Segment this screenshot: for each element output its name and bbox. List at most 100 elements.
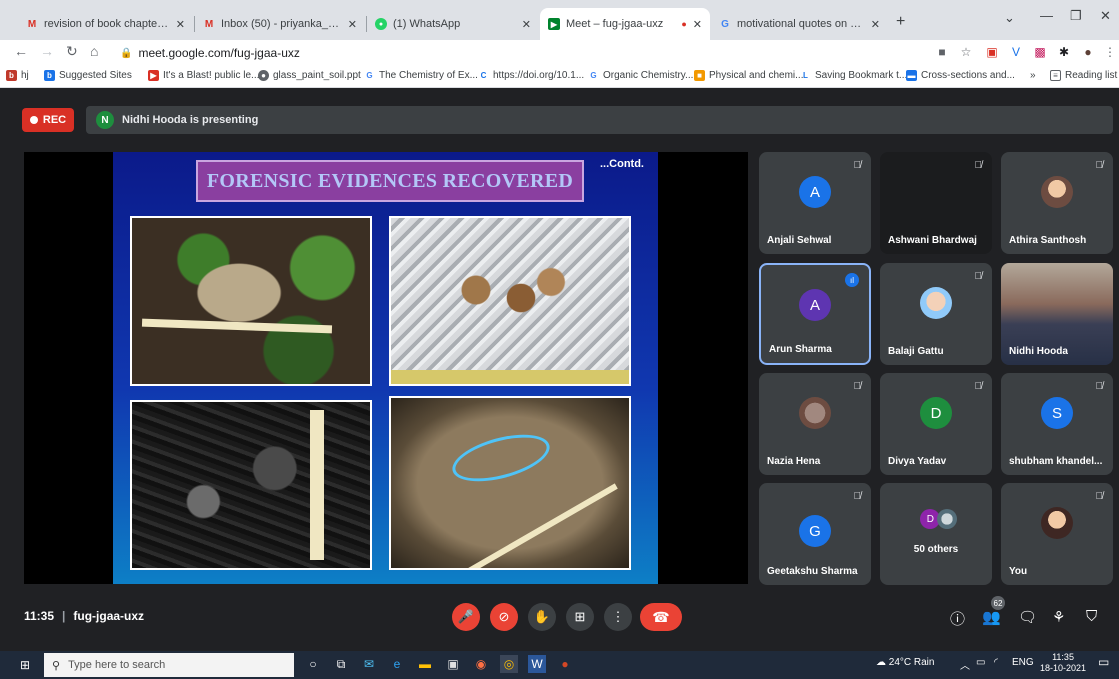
extensions-puzzle-icon[interactable]: ✱ (1056, 44, 1072, 60)
minimize-icon[interactable]: — (1040, 8, 1053, 23)
back-icon[interactable]: ← (14, 43, 28, 59)
close-icon[interactable]: ✕ (871, 18, 880, 31)
bookmark-star-icon[interactable]: ☆ (958, 44, 974, 60)
bookmark-suggested-sites[interactable]: b Suggested Sites (44, 70, 132, 81)
avatar (1041, 507, 1073, 539)
avatar: G (799, 515, 831, 547)
avatar (920, 287, 952, 319)
close-icon[interactable]: ✕ (693, 18, 702, 31)
word-icon[interactable]: W (528, 655, 546, 673)
profile-avatar[interactable]: ● (1080, 44, 1096, 60)
taskbar-search[interactable]: ⚲ Type here to search (44, 653, 294, 677)
mic-off-icon: 🎙̸ (853, 381, 862, 392)
reading-list-button[interactable]: ≡ Reading list (1050, 70, 1117, 81)
menu-icon[interactable]: ⋮ (1102, 44, 1118, 60)
bookmark-organic-chemistry[interactable]: G Organic Chemistry... (588, 70, 693, 81)
participant-tile[interactable]: 🎙̸ S shubham khandel... (1001, 373, 1113, 475)
bookmark-physical-chemi[interactable]: ■ Physical and chemi... (694, 70, 804, 81)
address-bar[interactable]: 🔒 meet.google.com/fug-jgaa-uxz (120, 43, 930, 63)
reload-icon[interactable]: ↻ (66, 43, 78, 60)
mic-off-icon: 🎙̸ (853, 160, 862, 171)
search-icon: ⚲ (52, 659, 61, 672)
participant-tile[interactable]: 🎙̸ A Anjali Sehwal (759, 152, 871, 254)
participant-tile[interactable]: 🎙̸ Nazia Hena (759, 373, 871, 475)
participant-tile[interactable]: 🎙̸ G Geetakshu Sharma (759, 483, 871, 585)
activities-icon[interactable]: ⚘ (1052, 608, 1065, 626)
camera-icon[interactable]: ■ (934, 44, 950, 60)
others-tile[interactable]: D 50 others (880, 483, 992, 585)
file-explorer-icon[interactable]: ▬ (416, 655, 434, 673)
bookmark-chemistry-of-ex[interactable]: G The Chemistry of Ex... (364, 70, 478, 81)
participant-tile[interactable]: 🎙̸ D Divya Yadav (880, 373, 992, 475)
window-close-icon[interactable]: ✕ (1100, 8, 1111, 24)
mic-off-icon: 🎙̸ (974, 381, 983, 392)
tab-book-chapter[interactable]: M revision of book chapter on 'Phy ✕ (18, 8, 193, 40)
avatar: A (799, 289, 831, 321)
bookmark-its-a-blast[interactable]: ▶ It's a Blast! public le... (148, 70, 259, 81)
weather-widget[interactable]: ☁ 24°C Rain (876, 657, 934, 668)
pocket-icon[interactable]: ▣ (984, 44, 1000, 60)
mic-toggle-button[interactable]: 🎤 (452, 603, 480, 631)
store-icon[interactable]: ▣ (444, 655, 462, 673)
more-options-button[interactable]: ⋮ (604, 603, 632, 631)
powerpoint-icon[interactable]: ● (556, 655, 574, 673)
bookmark-icon: b (44, 70, 55, 81)
leave-call-button[interactable]: ☎ (640, 603, 682, 631)
tab-whatsapp[interactable]: ● (1) WhatsApp ✕ (367, 8, 539, 40)
bookmark-icon: b (6, 70, 17, 81)
tab-inbox[interactable]: M Inbox (50) - priyanka_fosc@sgtu ✕ (195, 8, 365, 40)
bookmark-saving-bookmark[interactable]: L Saving Bookmark t... (800, 70, 907, 81)
youtube-icon: ▶ (148, 70, 159, 81)
host-controls-icon[interactable]: ⛉ (1086, 608, 1097, 625)
tab-search-icon[interactable]: ⌄ (1004, 10, 1015, 26)
new-tab-button[interactable]: + (896, 13, 905, 31)
mail-icon[interactable]: ✉ (360, 655, 378, 673)
home-icon[interactable]: ⌂ (90, 43, 98, 59)
self-tile[interactable]: 🎙̸ You (1001, 483, 1113, 585)
bookmarks-bar: b hj b Suggested Sites ▶ It's a Blast! publ… (0, 66, 1119, 88)
close-icon[interactable]: ✕ (176, 18, 185, 31)
notification-icon[interactable]: ▭ (1098, 655, 1109, 669)
tab-meet[interactable]: ▶ Meet – fug-jgaa-uxz ● ✕ (540, 8, 710, 40)
avatar: S (1041, 397, 1073, 429)
avatar: A (799, 176, 831, 208)
cortana-icon[interactable]: ○ (304, 655, 322, 673)
camera-toggle-button[interactable]: ⊘ (490, 603, 518, 631)
wifi-icon[interactable]: ◜ (994, 657, 998, 668)
language-indicator[interactable]: ENG (1012, 657, 1034, 668)
maximize-icon[interactable]: ❐ (1070, 8, 1082, 24)
participant-tile-presenter[interactable]: Nidhi Hooda (1001, 263, 1113, 365)
firefox-icon[interactable]: ◉ (472, 655, 490, 673)
bookmark-glass-paint[interactable]: ● glass_paint_soil.ppt (258, 70, 361, 81)
avatar (799, 397, 831, 429)
forward-icon[interactable]: → (40, 43, 54, 59)
windows-start-icon[interactable]: ⊞ (16, 656, 34, 674)
meeting-details-icon[interactable]: ⓘ (950, 608, 965, 629)
present-button[interactable]: ⊞ (566, 603, 594, 631)
tab-motivational-quotes[interactable]: G motivational quotes on educatio ✕ (711, 8, 888, 40)
network-icon[interactable]: ▭ (976, 657, 985, 668)
extension-m-icon[interactable]: ▩ (1032, 44, 1048, 60)
bookmark-cross-sections[interactable]: ▬ Cross-sections and... (906, 70, 1015, 81)
participant-tile-speaking[interactable]: ıl A Arun Sharma (759, 263, 871, 365)
close-icon[interactable]: ✕ (348, 18, 357, 31)
participant-tile[interactable]: 🎙̸ Athira Santhosh (1001, 152, 1113, 254)
tray-chevron-icon[interactable]: ︿ (960, 657, 970, 672)
task-view-icon[interactable]: ⧉ (332, 655, 350, 673)
participant-tile[interactable]: 🎙̸ Ashwani Bhardwaj (880, 152, 992, 254)
edge-icon[interactable]: e (388, 655, 406, 673)
people-icon[interactable]: 👥 (982, 608, 1001, 626)
evidence-photo-debris (130, 400, 372, 570)
more-bookmarks-button[interactable]: » (1030, 70, 1036, 81)
participant-tile[interactable]: 🎙̸ Balaji Gattu (880, 263, 992, 365)
bookmark-doi[interactable]: Chttps://doi.org/10.1... (478, 70, 585, 81)
hand-icon: ✋ (533, 609, 551, 624)
avatar: D (920, 397, 952, 429)
extension-v-icon[interactable]: V (1008, 44, 1024, 60)
chrome-icon[interactable]: ◎ (500, 655, 518, 673)
chat-icon[interactable]: 🗨 (1018, 608, 1037, 626)
bookmark-hj[interactable]: b hj (6, 70, 29, 81)
raise-hand-button[interactable]: ✋ (528, 603, 556, 631)
close-icon[interactable]: ✕ (522, 18, 531, 31)
clock[interactable]: 11:35 18-10-2021 (1040, 652, 1086, 674)
